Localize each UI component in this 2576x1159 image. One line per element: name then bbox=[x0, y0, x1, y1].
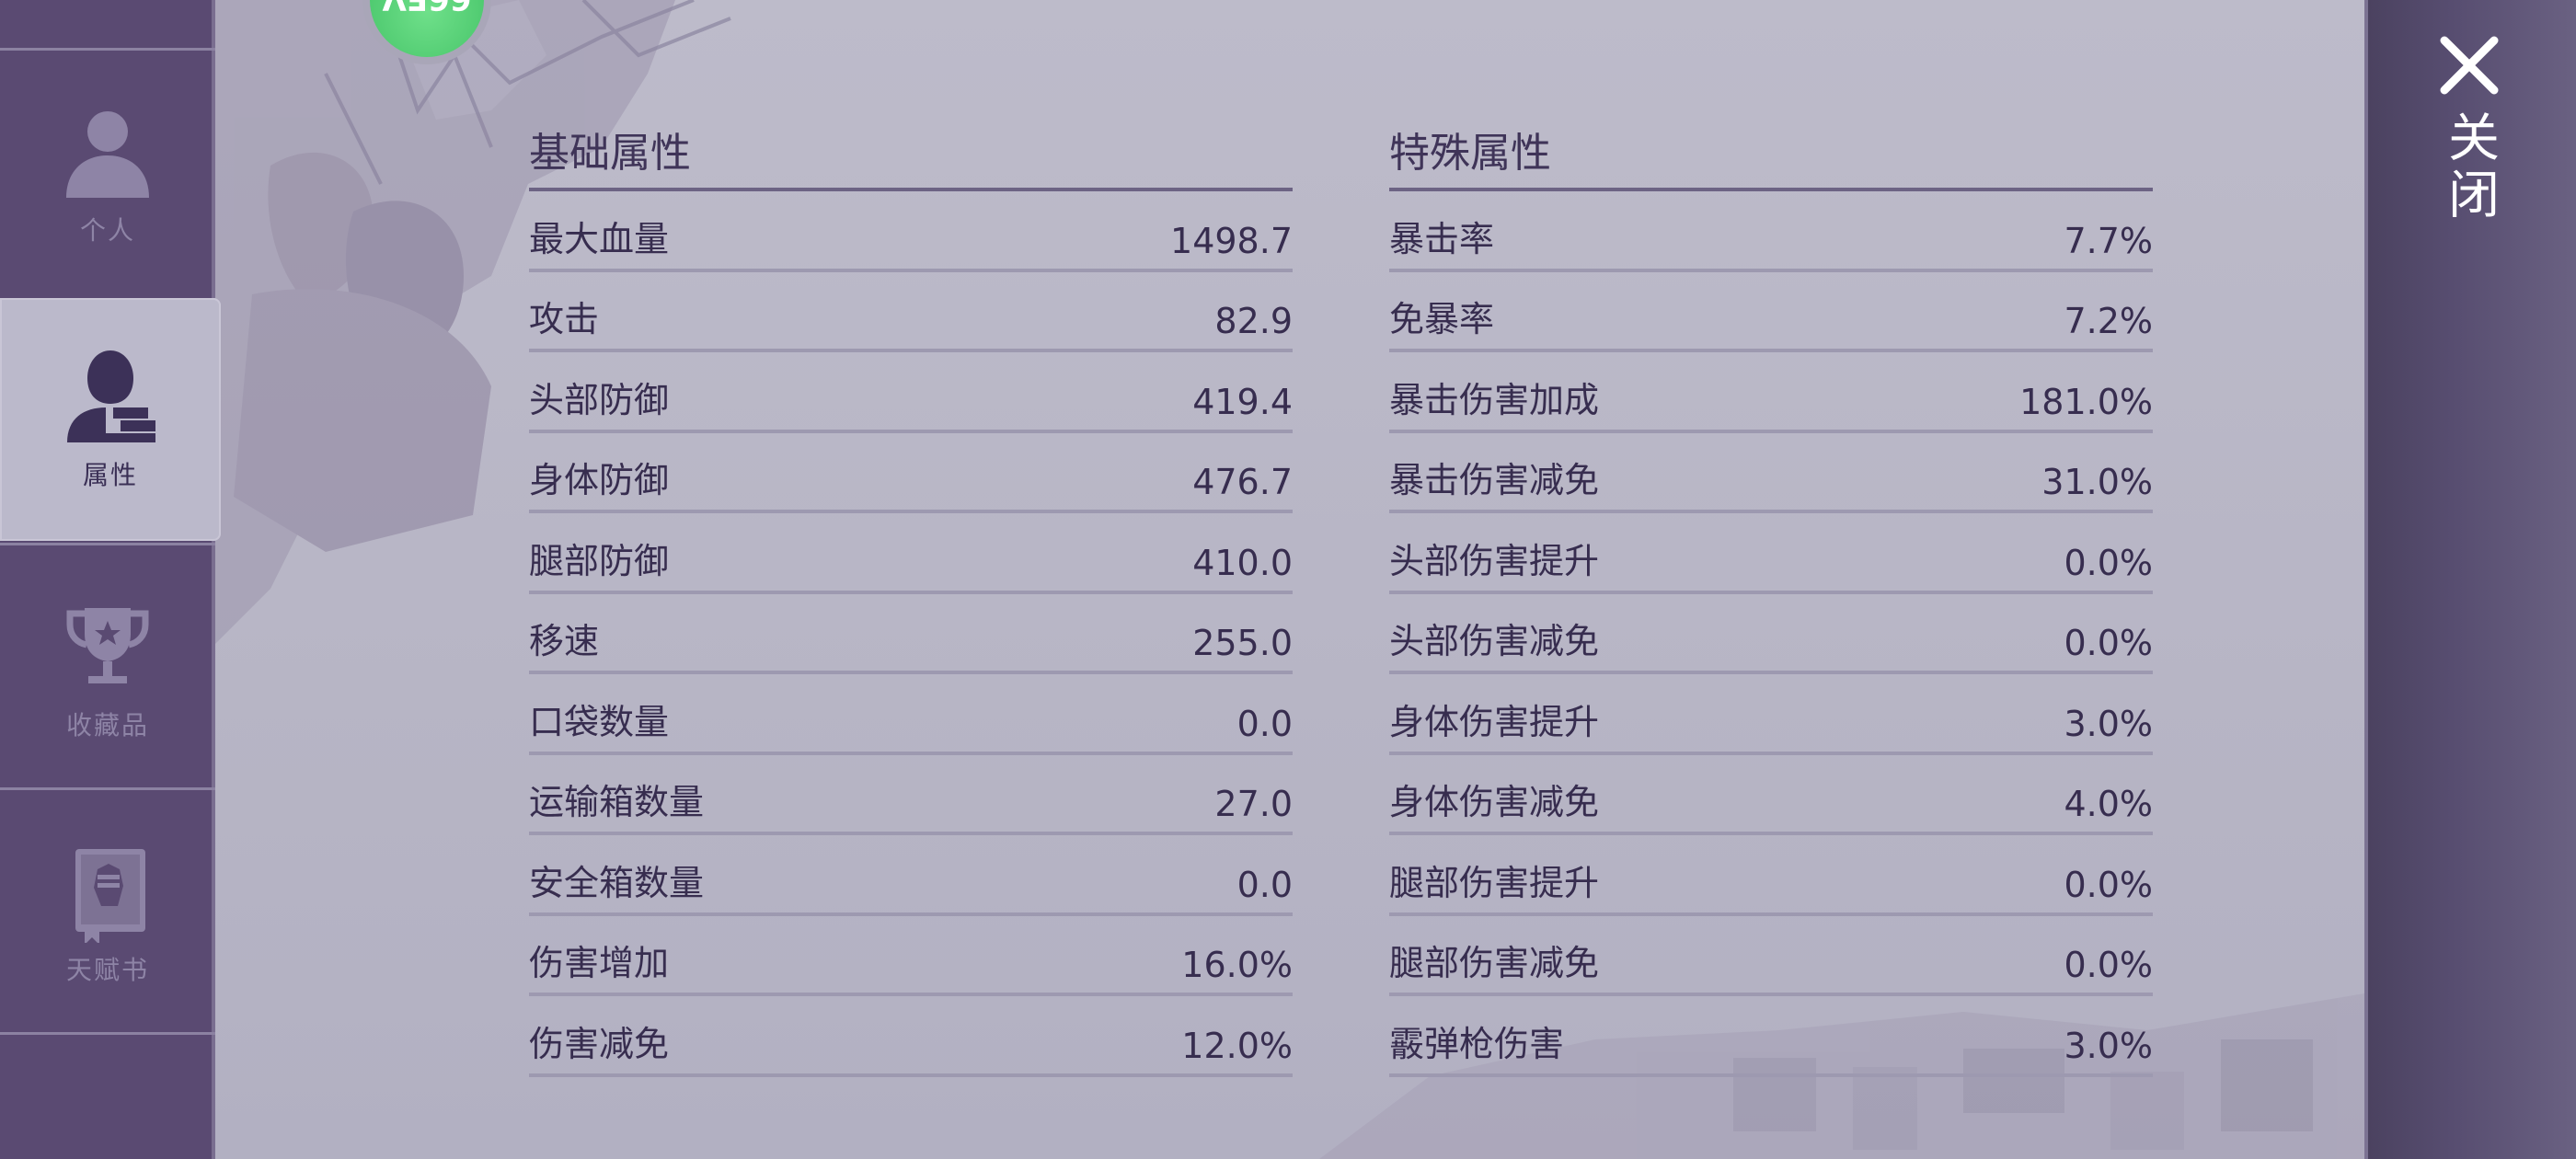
stat-value: 31.0% bbox=[2041, 462, 2153, 502]
person-icon bbox=[66, 111, 149, 198]
close-panel: 关闭 bbox=[2364, 0, 2576, 1159]
special-attributes-table: 特殊属性 暴击率 7.7% 免暴率 7.2% 暴击伤害加成 181.0% 暴击伤害减免… bbox=[1389, 120, 2153, 1077]
basic-attributes-title: 基础属性 bbox=[529, 120, 1293, 191]
basic-attributes-table: 基础属性 最大血量 1498.7 攻击 82.9 头部防御 419.4 身体防御 476… bbox=[529, 120, 1293, 1077]
special-row: 免暴率 7.2% bbox=[1389, 272, 2153, 352]
basic-row: 口袋数量 0.0 bbox=[529, 674, 1293, 755]
stat-name: 口袋数量 bbox=[529, 701, 670, 742]
talent-book-icon bbox=[75, 849, 145, 943]
stat-name: 免暴率 bbox=[1389, 299, 1495, 339]
sidebar-divider bbox=[0, 543, 215, 545]
stat-value: 3.0% bbox=[2064, 703, 2153, 744]
stat-name: 身体伤害减免 bbox=[1389, 782, 1600, 822]
sidebar-divider bbox=[0, 1032, 215, 1035]
basic-row: 最大血量 1498.7 bbox=[529, 191, 1293, 272]
stat-name: 腿部伤害减免 bbox=[1389, 943, 1600, 983]
stat-value: 3.0% bbox=[2064, 1025, 2153, 1066]
basic-row: 安全箱数量 0.0 bbox=[529, 835, 1293, 916]
special-row: 暴击伤害加成 181.0% bbox=[1389, 352, 2153, 433]
stat-name: 最大血量 bbox=[529, 218, 670, 259]
stat-value: 0.0% bbox=[2064, 945, 2153, 985]
stat-value: 181.0% bbox=[2019, 381, 2153, 422]
close-button[interactable]: 关闭 bbox=[2423, 33, 2515, 254]
special-row: 霰弹枪伤害 3.0% bbox=[1389, 996, 2153, 1077]
special-row: 头部伤害提升 0.0% bbox=[1389, 513, 2153, 594]
close-label: 关闭 bbox=[2439, 110, 2500, 224]
sidebar-divider bbox=[0, 787, 215, 790]
basic-row: 伤害减免 12.0% bbox=[529, 996, 1293, 1077]
stat-name: 头部伤害减免 bbox=[1389, 621, 1600, 661]
basic-row: 身体防御 476.7 bbox=[529, 433, 1293, 513]
stat-name: 伤害增加 bbox=[529, 943, 670, 983]
stat-value: 419.4 bbox=[1192, 381, 1293, 422]
stat-name: 伤害减免 bbox=[529, 1023, 670, 1064]
stat-name: 腿部防御 bbox=[529, 540, 670, 581]
stat-value: 0.0 bbox=[1236, 703, 1293, 744]
stat-value: 410.0 bbox=[1192, 542, 1293, 583]
sidebar-item-label: 收藏品 bbox=[65, 710, 149, 740]
basic-row: 移速 255.0 bbox=[529, 594, 1293, 674]
main-panel: 66EV 基础属性 最大血量 1498.7 攻击 82.9 头部防御 419.4 身体… bbox=[215, 0, 2364, 1159]
sidebar-item-label: 天赋书 bbox=[65, 955, 149, 985]
stat-value: 7.2% bbox=[2064, 301, 2153, 341]
trophy-icon bbox=[66, 608, 149, 683]
stat-name: 攻击 bbox=[529, 299, 600, 339]
stat-value: 0.0% bbox=[2064, 542, 2153, 583]
sidebar-item-label: 属性 bbox=[82, 460, 138, 490]
stat-value: 0.0 bbox=[1236, 864, 1293, 905]
stat-name: 腿部伤害提升 bbox=[1389, 862, 1600, 903]
stat-name: 暴击伤害加成 bbox=[1389, 379, 1600, 420]
stat-value: 82.9 bbox=[1214, 301, 1293, 341]
stat-name: 身体伤害提升 bbox=[1389, 701, 1600, 742]
basic-row: 伤害增加 16.0% bbox=[529, 916, 1293, 996]
sidebar-item-talent-book[interactable]: 天赋书 bbox=[0, 793, 215, 1036]
sidebar-item-collectibles[interactable]: 收藏品 bbox=[0, 548, 215, 791]
special-row: 身体伤害提升 3.0% bbox=[1389, 674, 2153, 755]
stat-name: 移速 bbox=[529, 621, 600, 661]
stat-name: 安全箱数量 bbox=[529, 862, 705, 903]
stat-value: 0.0% bbox=[2064, 623, 2153, 663]
sidebar: 个人 属性 收藏品 天赋书 bbox=[0, 0, 221, 1159]
stat-name: 头部伤害提升 bbox=[1389, 540, 1600, 581]
basic-row: 腿部防御 410.0 bbox=[529, 513, 1293, 594]
stat-name: 霰弹枪伤害 bbox=[1389, 1023, 1565, 1064]
sidebar-item-attributes[interactable]: 属性 bbox=[0, 298, 221, 541]
attributes-screen: 66EV 基础属性 最大血量 1498.7 攻击 82.9 头部防御 419.4 身体… bbox=[0, 0, 2576, 1159]
special-row: 身体伤害减免 4.0% bbox=[1389, 755, 2153, 835]
stat-name: 运输箱数量 bbox=[529, 782, 705, 822]
special-row: 腿部伤害提升 0.0% bbox=[1389, 835, 2153, 916]
person-stats-icon bbox=[67, 350, 155, 442]
stat-value: 0.0% bbox=[2064, 864, 2153, 905]
stat-value: 12.0% bbox=[1181, 1025, 1293, 1066]
stat-value: 4.0% bbox=[2064, 784, 2153, 824]
stat-value: 1498.7 bbox=[1170, 220, 1293, 261]
special-row: 暴击伤害减免 31.0% bbox=[1389, 433, 2153, 513]
close-icon bbox=[2440, 36, 2499, 95]
basic-row: 头部防御 419.4 bbox=[529, 352, 1293, 433]
stat-value: 476.7 bbox=[1192, 462, 1293, 502]
special-row: 头部伤害减免 0.0% bbox=[1389, 594, 2153, 674]
stat-value: 16.0% bbox=[1181, 945, 1293, 985]
stat-value: 7.7% bbox=[2064, 220, 2153, 261]
basic-row: 运输箱数量 27.0 bbox=[529, 755, 1293, 835]
special-row: 暴击率 7.7% bbox=[1389, 191, 2153, 272]
basic-row: 攻击 82.9 bbox=[529, 272, 1293, 352]
stat-value: 255.0 bbox=[1192, 623, 1293, 663]
stat-name: 暴击率 bbox=[1389, 218, 1495, 259]
sidebar-item-label: 个人 bbox=[79, 215, 135, 246]
stat-value: 27.0 bbox=[1214, 784, 1293, 824]
stat-name: 身体防御 bbox=[529, 460, 670, 500]
stat-name: 暴击伤害减免 bbox=[1389, 460, 1600, 500]
special-row: 腿部伤害减免 0.0% bbox=[1389, 916, 2153, 996]
sidebar-divider bbox=[0, 48, 215, 51]
level-badge-text: 66EV bbox=[383, 0, 472, 17]
sidebar-item-personal[interactable]: 个人 bbox=[0, 53, 215, 296]
special-attributes-title: 特殊属性 bbox=[1389, 120, 2153, 191]
stat-name: 头部防御 bbox=[529, 379, 670, 420]
